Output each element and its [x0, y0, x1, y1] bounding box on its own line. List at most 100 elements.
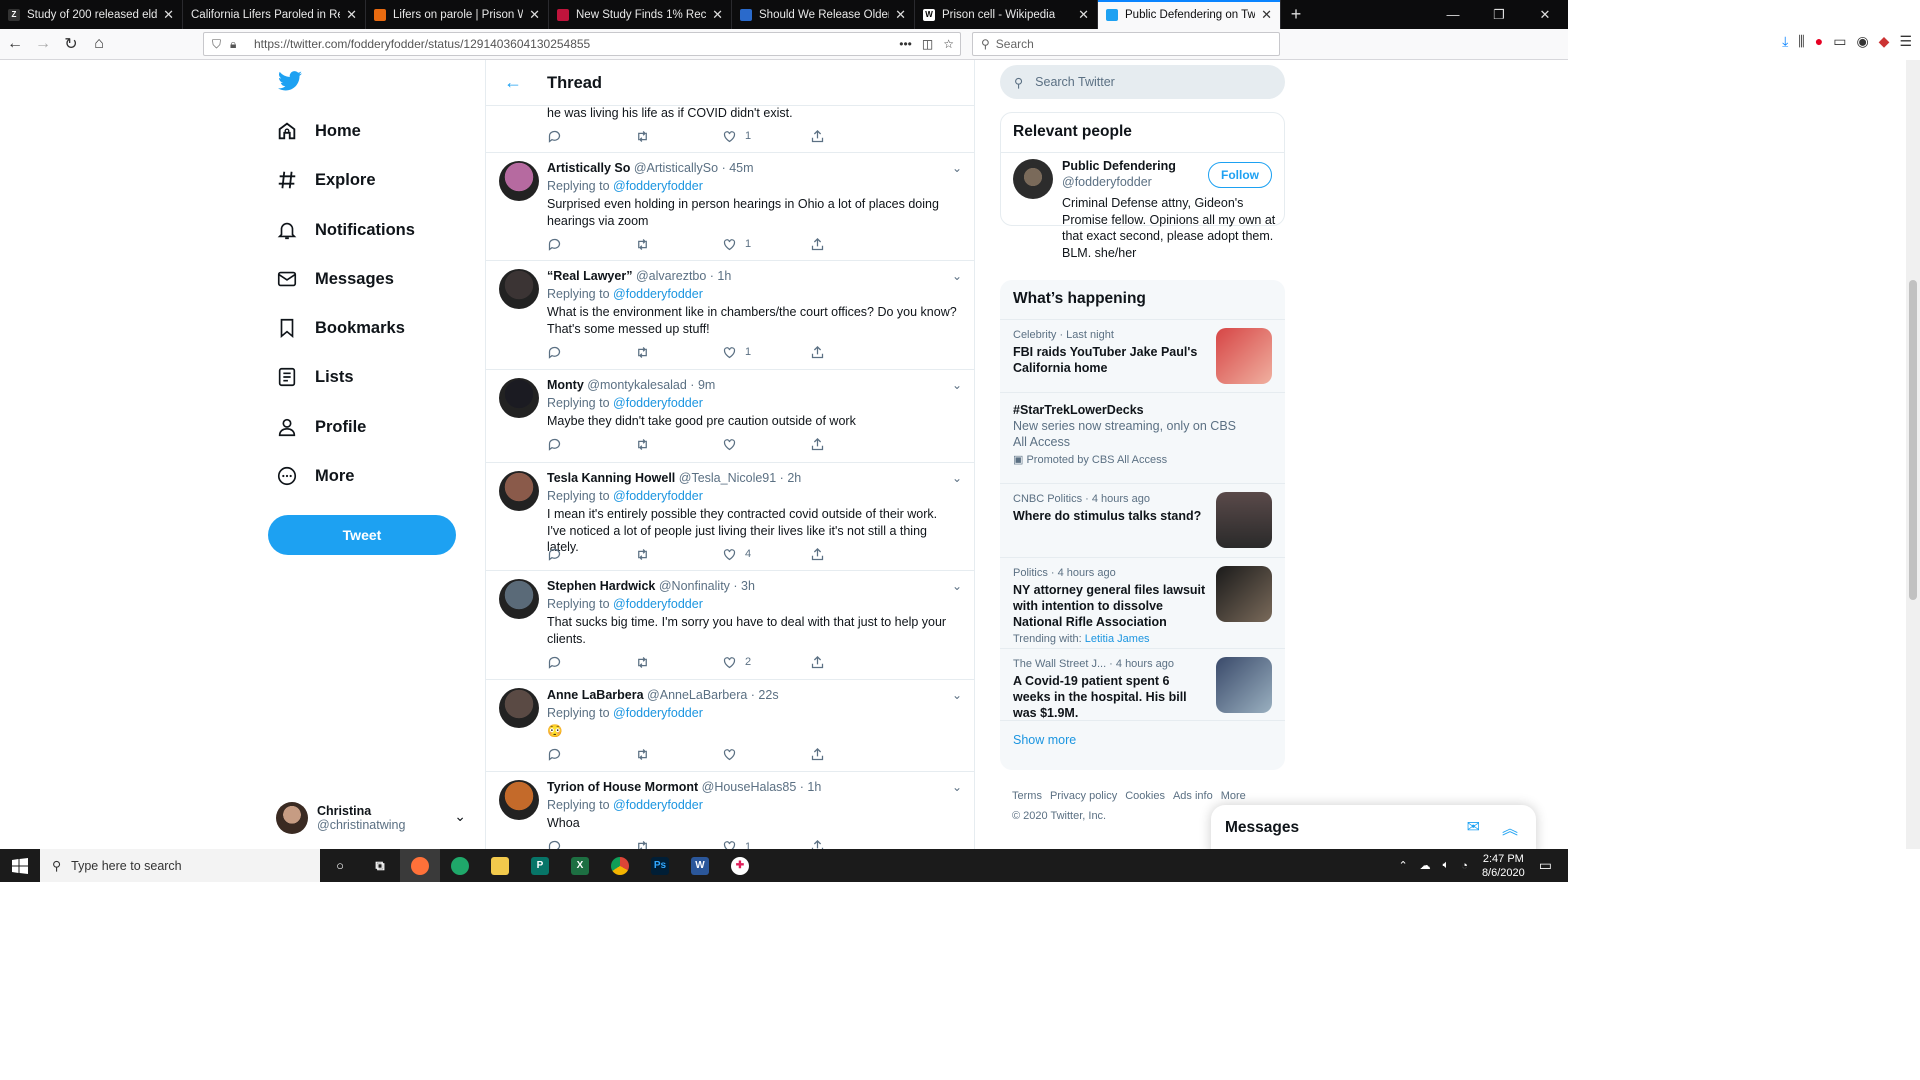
tweet[interactable]: Stephen Hardwick @Nonfinality · 3h ⌄ Rep… [486, 571, 974, 680]
author-handle-time[interactable]: @AnneLaBarbera · 22s [647, 688, 779, 702]
nav-profile[interactable]: Profile [276, 416, 366, 438]
avatar[interactable] [499, 780, 539, 820]
close-tab-icon[interactable]: ✕ [346, 7, 357, 23]
reply-button[interactable] [547, 546, 635, 562]
chevron-down-icon[interactable]: ⌄ [952, 579, 962, 593]
avatar[interactable] [1013, 159, 1053, 199]
menu-icon[interactable]: ☰ [1899, 33, 1912, 50]
slack-icon[interactable]: ✚ [720, 849, 760, 882]
back-arrow-icon[interactable]: ← [504, 72, 522, 93]
avatar[interactable] [499, 579, 539, 619]
author-name[interactable]: Anne LaBarbera [547, 688, 644, 702]
page-scrollbar[interactable] [1906, 60, 1920, 849]
person-name[interactable]: Public Defendering [1062, 159, 1176, 173]
author-name[interactable]: “Real Lawyer” [547, 269, 632, 283]
close-tab-icon[interactable]: ✕ [1078, 7, 1089, 23]
replying-to-handle[interactable]: @fodderyfodder [613, 287, 703, 301]
avatar[interactable] [499, 269, 539, 309]
footer-link[interactable]: More [1221, 790, 1246, 802]
author-handle-time[interactable]: @alvareztbo · 1h [636, 269, 731, 283]
bookmark-star-icon[interactable]: ☆ [943, 37, 954, 51]
download-icon[interactable]: ⤓ [1782, 33, 1788, 50]
taskbar-search-input[interactable]: ⚲ Type here to search [40, 849, 320, 882]
chevron-down-icon[interactable]: ⌄ [454, 808, 466, 825]
close-window-icon[interactable]: ✕ [1522, 0, 1568, 29]
reply-button[interactable] [547, 747, 635, 763]
replying-to-handle[interactable]: @fodderyfodder [613, 396, 703, 410]
account-switcher[interactable]: Christina @christinatwing ⌄ [276, 800, 476, 836]
author-name[interactable]: Tesla Kanning Howell [547, 471, 675, 485]
expand-up-icon[interactable]: ︽ [1502, 815, 1518, 839]
task-view-icon[interactable]: ⧉ [360, 849, 400, 882]
maximize-icon[interactable]: ❐ [1476, 0, 1522, 29]
retweet-button[interactable] [635, 654, 723, 670]
close-tab-icon[interactable]: ✕ [163, 7, 174, 23]
retweet-button[interactable] [635, 839, 723, 849]
back-arrow-icon[interactable]: ← [2, 31, 28, 57]
avatar[interactable] [499, 161, 539, 201]
browser-tab[interactable]: W Prison cell - Wikipedia ✕ [915, 0, 1098, 29]
like-button[interactable]: 1 [722, 128, 810, 144]
tweet-partial[interactable]: he was living his life as if COVID didn'… [486, 106, 974, 153]
new-message-icon[interactable]: ✉ [1467, 817, 1480, 837]
url-text[interactable]: https://twitter.com/fodderyfodder/status… [254, 37, 590, 51]
trend-item[interactable]: The Wall Street J... · 4 hours ago A Cov… [1000, 649, 1285, 721]
messages-drawer[interactable]: Messages ✉ ︽ [1211, 805, 1536, 849]
close-tab-icon[interactable]: ✕ [529, 7, 540, 23]
like-button[interactable]: 1 [722, 344, 810, 360]
new-tab-button[interactable]: + [1281, 0, 1311, 29]
share-button[interactable] [810, 654, 898, 670]
author-handle-time[interactable]: @Nonfinality · 3h [659, 579, 755, 593]
like-button[interactable] [722, 437, 810, 453]
forward-arrow-icon[interactable]: → [30, 31, 56, 57]
nav-lists[interactable]: Lists [276, 366, 354, 388]
browser-tab[interactable]: Z Study of 200 released elderly lif ✕ [0, 0, 183, 29]
chevron-down-icon[interactable]: ⌄ [952, 780, 962, 794]
tweet[interactable]: Tyrion of House Mormont @HouseHalas85 · … [486, 772, 974, 849]
share-button[interactable] [810, 839, 898, 849]
trend-item-promoted[interactable]: #StarTrekLowerDecks New series now strea… [1000, 393, 1285, 484]
reply-button[interactable] [547, 128, 635, 144]
publisher-icon[interactable]: P [520, 849, 560, 882]
author-name[interactable]: Artistically So [547, 161, 630, 175]
reader-icon[interactable]: ▭ [1833, 33, 1846, 50]
pinterest-icon[interactable]: ● [1815, 33, 1823, 50]
excel-icon[interactable]: X [560, 849, 600, 882]
wifi-icon[interactable]: ◔ [1461, 860, 1468, 872]
like-button[interactable]: 2 [722, 654, 810, 670]
retweet-button[interactable] [635, 437, 723, 453]
clock[interactable]: 2:47 PM 8/6/2020 [1482, 852, 1525, 880]
replying-to-handle[interactable]: @fodderyfodder [613, 597, 703, 611]
more-actions-icon[interactable]: ••• [899, 37, 912, 51]
author-name[interactable]: Monty [547, 378, 584, 392]
show-more-link[interactable]: Show more [1000, 721, 1285, 759]
share-button[interactable] [810, 747, 898, 763]
trend-item[interactable]: Politics · 4 hours ago NY attorney gener… [1000, 558, 1285, 649]
footer-link[interactable]: Privacy policy [1050, 790, 1117, 802]
onedrive-icon[interactable]: ☁ [1420, 859, 1431, 872]
twitter-search-input[interactable]: ⚲ Search Twitter [1000, 65, 1285, 99]
replying-to-handle[interactable]: @fodderyfodder [613, 798, 703, 812]
chrome-icon[interactable] [600, 849, 640, 882]
reply-button[interactable] [547, 236, 635, 252]
minimize-icon[interactable]: — [1430, 0, 1476, 29]
tweet[interactable]: Tesla Kanning Howell @Tesla_Nicole91 · 2… [486, 463, 974, 571]
browser-tab[interactable]: Lifers on parole | Prison Writers ✕ [366, 0, 549, 29]
replying-to-handle[interactable]: @fodderyfodder [613, 489, 703, 503]
share-button[interactable] [810, 128, 898, 144]
chevron-down-icon[interactable]: ⌄ [952, 688, 962, 702]
avatar[interactable] [499, 471, 539, 511]
nav-notifications[interactable]: Notifications [276, 219, 415, 241]
browser-search-bar[interactable]: ⚲ Search [972, 32, 1280, 56]
retweet-button[interactable] [635, 747, 723, 763]
firefox-icon[interactable] [400, 849, 440, 882]
author-name[interactable]: Tyrion of House Mormont [547, 780, 698, 794]
author-handle-time[interactable]: @montykalesalad · 9m [587, 378, 715, 392]
author-handle-time[interactable]: @ArtisticallySo · 45m [634, 161, 754, 175]
notifications-icon[interactable]: ▭ [1539, 857, 1552, 874]
photoshop-icon[interactable]: Ps [640, 849, 680, 882]
library-icon[interactable]: ⫼ [1798, 33, 1804, 50]
like-button[interactable]: 4 [722, 546, 810, 562]
tweet[interactable]: Monty @montykalesalad · 9m ⌄ Replying to… [486, 370, 974, 463]
footer-link[interactable]: Terms [1012, 790, 1042, 802]
